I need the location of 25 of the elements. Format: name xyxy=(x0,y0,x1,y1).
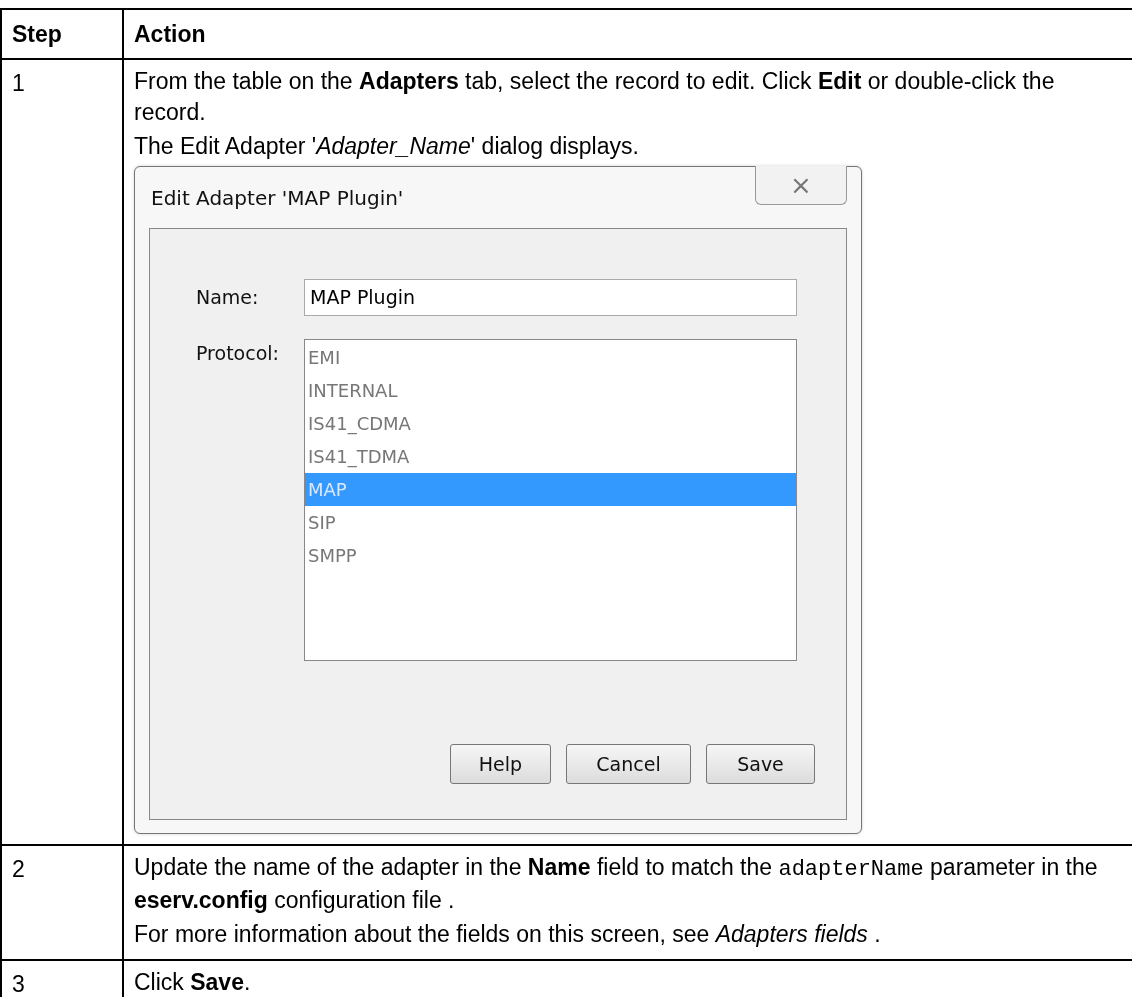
list-item[interactable]: IS41_TDMA xyxy=(305,439,796,473)
list-item[interactable]: INTERNAL xyxy=(305,373,796,407)
dialog-title: Edit Adapter 'MAP Plugin' xyxy=(150,184,404,212)
list-item[interactable]: SMPP xyxy=(305,538,796,572)
list-item[interactable]: IS41_CDMA xyxy=(305,406,796,440)
list-item[interactable]: EMI xyxy=(305,340,796,374)
paragraph: From the table on the Adapters tab, select the record to edit. Click Edit or double-click the record. xyxy=(134,66,1056,127)
paragraph: Update the name of the adapter in the Name field to match the adapterName parameter in the eserv.config configuration file . xyxy=(134,852,1099,915)
list-item[interactable]: MAP xyxy=(305,472,796,506)
paragraph: Click Save. xyxy=(134,967,252,997)
paragraph: The Edit Adapter 'Adapter_Name' dialog displays. xyxy=(134,131,640,161)
field-label: Protocol: xyxy=(196,340,280,366)
dialog-button[interactable]: Save xyxy=(706,743,815,784)
dialog-button[interactable]: Help xyxy=(450,743,551,784)
name-field[interactable]: MAP Plugin xyxy=(304,278,797,316)
column-header: Action xyxy=(123,9,1132,59)
list-item[interactable]: SIP xyxy=(305,505,796,539)
step-number: 1 xyxy=(12,69,25,96)
dialog-button[interactable]: Cancel xyxy=(566,743,691,784)
step-number: 2 xyxy=(12,855,25,882)
paragraph: For more information about the fields on this screen, see Adapters fields . xyxy=(134,919,882,949)
field-label: Name: xyxy=(196,285,260,311)
column-header: Step xyxy=(1,9,123,59)
close-button[interactable]: ⨯ xyxy=(755,165,847,205)
step-number: 3 xyxy=(12,970,25,997)
